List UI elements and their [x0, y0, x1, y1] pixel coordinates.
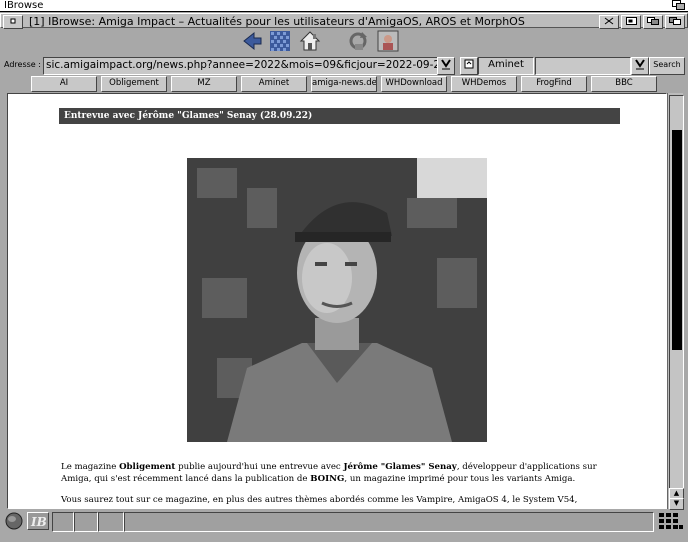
para1-text-1: Le magazine	[61, 462, 120, 472]
para1-text-4: , un magazine imprimé pour tous les vari…	[344, 473, 576, 484]
hotlist-button-frogfind[interactable]: FrogFind	[521, 76, 587, 92]
status-bar: IB	[0, 510, 688, 542]
status-indicator-2	[74, 512, 98, 532]
hotlist-button-whdownload[interactable]: WHDownload	[381, 76, 447, 92]
name-glames: Jérôme "Glames" Senay	[343, 462, 457, 472]
hotlist-button-mz[interactable]: MZ	[171, 76, 237, 92]
image-load-icon[interactable]	[376, 29, 400, 53]
status-indicator-3	[98, 512, 124, 532]
status-indicator-1	[52, 512, 74, 532]
home-icon[interactable]	[298, 29, 322, 53]
search-input[interactable]	[535, 57, 631, 75]
hotlist-button-bbc[interactable]: BBC	[591, 76, 657, 92]
address-label: Adresse :	[4, 60, 41, 69]
scroll-track[interactable]	[669, 95, 684, 489]
reload-icon[interactable]	[346, 29, 370, 53]
status-message	[124, 512, 654, 532]
article-paragraph-2: Vous saurez tout sur ce magazine, en plu…	[61, 495, 578, 508]
globe-icon	[4, 512, 24, 530]
hotlist-button-whdemos[interactable]: WHDemos	[451, 76, 517, 92]
back-icon[interactable]	[240, 29, 264, 53]
link-boing[interactable]: BOING	[310, 474, 344, 484]
screen-title: IBrowse	[4, 0, 44, 11]
window-title-bar[interactable]: [1] IBrowse: Amiga Impact – Actualités p…	[0, 13, 688, 29]
depth-gadget-icon[interactable]	[643, 15, 663, 29]
hotlist-button-aminet[interactable]: Aminet	[241, 76, 307, 92]
vertical-scrollbar[interactable]: ▲ ▼	[667, 93, 684, 510]
url-input[interactable]: sic.amigaimpact.org/news.php?annee=2022&…	[43, 57, 439, 75]
ibrowse-logo-icon: IB	[27, 512, 49, 530]
article-header: Entrevue avec Jérôme "Glames" Senay (28.…	[59, 108, 620, 124]
scroll-down-arrow-icon[interactable]: ▼	[669, 498, 684, 510]
depth-back-gadget-icon[interactable]	[665, 15, 685, 29]
history-dropdown-icon[interactable]	[437, 57, 455, 75]
size-gadget-icon[interactable]	[658, 512, 684, 530]
hotlist-button-amiga-news[interactable]: amiga-news.de	[311, 76, 377, 92]
address-bar: Adresse : sic.amigaimpact.org/news.php?a…	[0, 57, 688, 75]
link-obligement[interactable]: Obligement	[119, 462, 175, 472]
close-gadget-icon[interactable]	[3, 15, 23, 29]
window-title: [1] IBrowse: Amiga Impact – Actualités p…	[29, 15, 525, 28]
search-engine-dropdown-icon[interactable]	[631, 57, 649, 75]
article-photo	[187, 158, 487, 442]
iconify-gadget-icon[interactable]	[599, 15, 619, 29]
screen-title-bar: IBrowse	[0, 0, 688, 12]
screen-depth-gadget-icon[interactable]	[672, 0, 686, 11]
hotlist-bar: AI Obligement MZ Aminet amiga-news.de WH…	[0, 75, 688, 92]
page-content[interactable]: Entrevue avec Jérôme "Glames" Senay (28.…	[7, 93, 667, 509]
svg-text:IB: IB	[30, 515, 47, 529]
forward-icon[interactable]	[268, 29, 292, 53]
bookmark-field[interactable]: Aminet	[478, 57, 534, 75]
hotlist-button-ai[interactable]: AI	[31, 76, 97, 92]
article-paragraph-1: Le magazine Obligement publie aujourd'hu…	[61, 462, 613, 485]
toolbar	[0, 29, 688, 56]
bookmark-icon[interactable]	[460, 57, 478, 75]
zoom-gadget-icon[interactable]	[621, 15, 641, 29]
search-button[interactable]: Search	[649, 57, 685, 75]
para1-text-2: publie aujourd'hui une entrevue avec	[175, 462, 344, 472]
hotlist-button-obligement[interactable]: Obligement	[101, 76, 167, 92]
scroll-knob[interactable]	[672, 130, 682, 350]
